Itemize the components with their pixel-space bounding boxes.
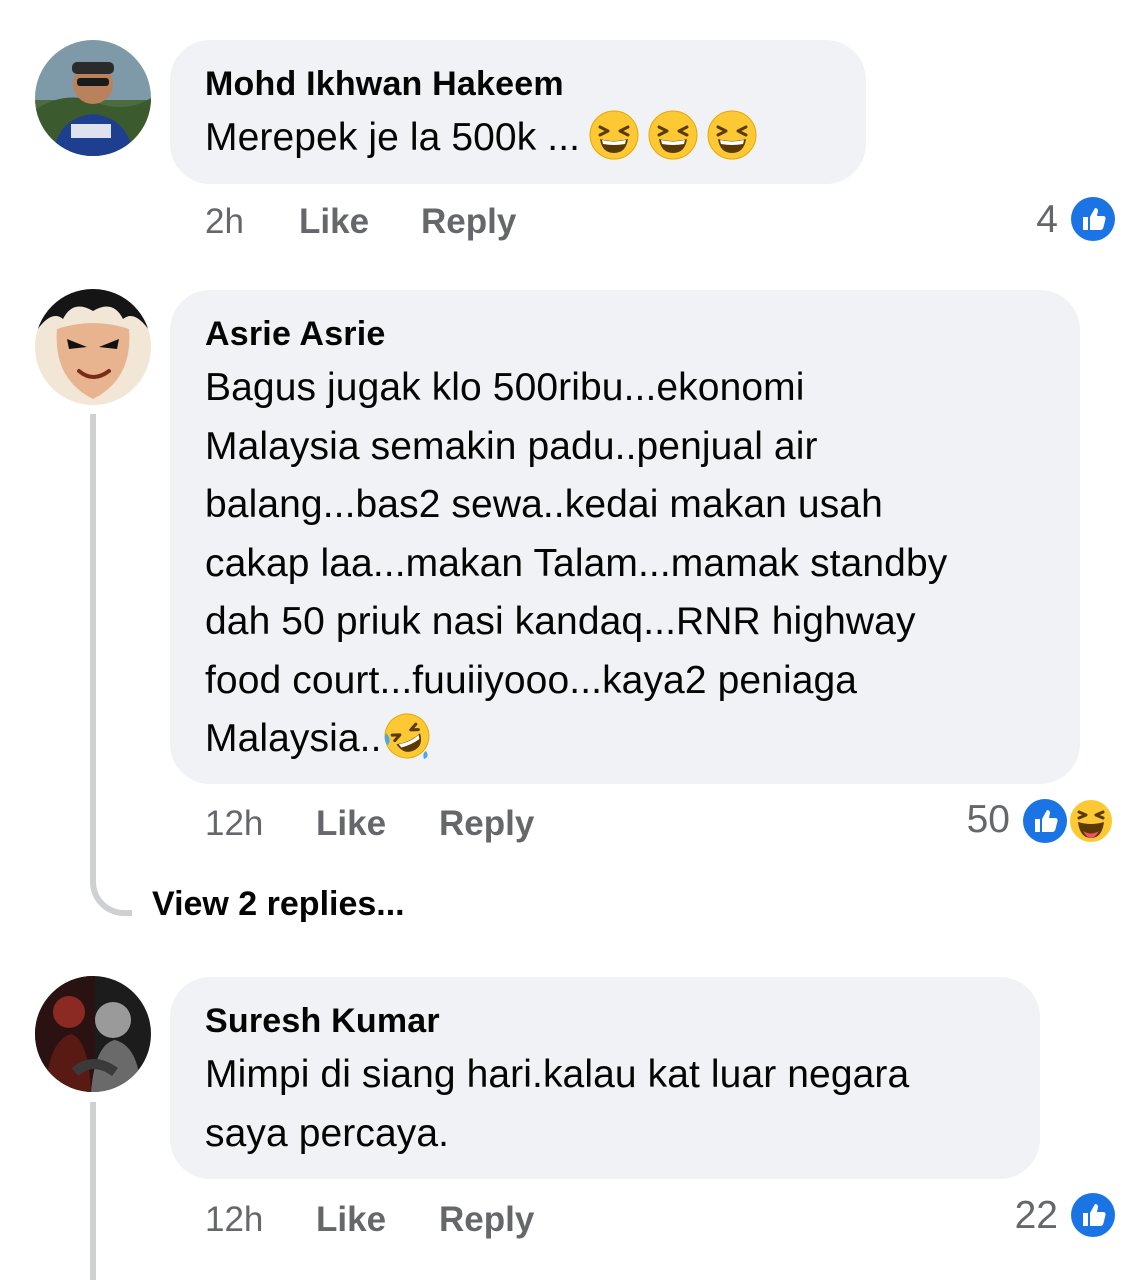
comment-meta: 12h Like Reply <box>205 1198 705 1242</box>
comment-author[interactable]: Suresh Kumar <box>205 1001 1006 1041</box>
reply-button[interactable]: Reply <box>421 200 516 244</box>
avatar-mohd-ikhwan-hakeem[interactable] <box>35 40 151 156</box>
grinning-squinting-face-icon <box>707 110 757 160</box>
comment-text: Mimpi di siang hari.kalau kat luar negar… <box>205 1046 1006 1163</box>
like-button[interactable]: Like <box>316 802 386 846</box>
like-button[interactable]: Like <box>299 200 369 244</box>
avatar-asrie-asrie[interactable] <box>35 289 151 405</box>
comment-time[interactable]: 12h <box>205 802 263 846</box>
reply-button[interactable]: Reply <box>439 802 534 846</box>
comment-text-line: dah 50 priuk nasi kandaq...RNR highway <box>205 600 916 643</box>
reply-button[interactable]: Reply <box>439 1198 534 1242</box>
comment-text-line: balang...bas2 sewa..kedai makan usah <box>205 483 883 526</box>
thread-line <box>90 1102 96 1280</box>
comment-author[interactable]: Asrie Asrie <box>205 314 1046 354</box>
avatar-suresh-kumar[interactable] <box>35 976 151 1092</box>
comment-meta: 12h Like Reply <box>205 802 705 846</box>
comment-time[interactable]: 12h <box>205 1198 263 1242</box>
comment-text-line: cakap laa...makan Talam...mamak standby <box>205 541 948 585</box>
comment-bubble: Suresh Kumar Mimpi di siang hari.kalau k… <box>170 977 1040 1179</box>
like-reaction-icon[interactable] <box>1070 1192 1116 1238</box>
comment-author[interactable]: Mohd Ikhwan Hakeem <box>205 64 832 104</box>
reaction-count[interactable]: 4 <box>1000 198 1058 242</box>
like-reaction-icon[interactable] <box>1022 798 1068 844</box>
like-reaction-icon[interactable] <box>1070 196 1116 242</box>
rolling-on-floor-laughing-icon <box>382 711 432 761</box>
comment-text-content: Merepek je la 500k ... <box>205 116 581 159</box>
comment-text: Bagus jugak klo 500ribu...ekonomi Malays… <box>205 359 1046 769</box>
comment-text-line: Mimpi di siang hari.kalau kat luar negar… <box>205 1053 910 1096</box>
comment-text-line: Bagus jugak klo 500ribu...ekonomi <box>205 366 805 409</box>
comment-bubble: Mohd Ikhwan Hakeem Merepek je la 500k ..… <box>170 40 866 184</box>
grinning-squinting-face-icon <box>589 110 639 160</box>
comment-text-line-last: Malaysia.. <box>205 710 1046 769</box>
comment-text-line: Malaysia semakin padu..penjual air <box>205 424 818 468</box>
like-button[interactable]: Like <box>316 1198 386 1242</box>
comment-text: Merepek je la 500k ... <box>205 109 832 168</box>
comment-bubble: Asrie Asrie Bagus jugak klo 500ribu...ek… <box>170 290 1080 784</box>
grinning-squinting-face-icon <box>648 110 698 160</box>
view-replies-link[interactable]: View 2 replies... <box>152 884 405 924</box>
thread-line-curve <box>90 854 132 916</box>
comment-text-content: Malaysia.. <box>205 717 382 760</box>
comment-time[interactable]: 2h <box>205 200 244 244</box>
haha-reaction-icon[interactable] <box>1068 798 1114 844</box>
comment-meta: 2h Like Reply <box>205 200 705 244</box>
reaction-count[interactable]: 50 <box>940 798 1010 842</box>
comment-text-line: saya percaya. <box>205 1111 450 1155</box>
thread-line <box>90 414 96 854</box>
reaction-count[interactable]: 22 <box>990 1194 1058 1238</box>
comment-text-line: food court...fuuiiyooo...kaya2 peniaga <box>205 658 858 702</box>
